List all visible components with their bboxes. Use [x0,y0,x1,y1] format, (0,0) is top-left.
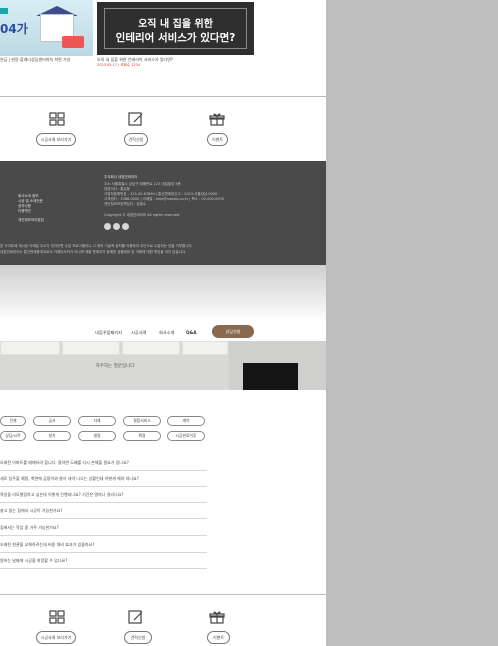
estimate-link-button[interactable]: 견적신청 [124,631,152,644]
site-footer: 회사소개 정보 시공 및 소재전문 공지사항 이용약관 개인정보처리방침 주식회… [0,161,326,265]
faq-question: 욕실을 리모델링하고 싶은데 어떻게 진행되나요? 기간은 얼마나 걸리나요? [0,492,124,497]
grid-icon[interactable] [48,111,66,127]
thumbnail-title-line2: 인테리어 서비스가 있다면? [115,32,236,44]
cabinet [0,341,60,355]
estimate-link-button[interactable]: 견적신청 [124,133,148,146]
filter-tag[interactable]: 상담/시작 [0,431,26,441]
footer-info-line: 개인정보보호책임자 : 김철수 [104,202,147,206]
hero-title: 자주하는 질문입니다 [95,364,135,369]
divider [0,96,326,97]
faq-item[interactable]: 살고 있는 집에서 시공이 가능한가요? [0,503,207,519]
blog-icon[interactable] [104,223,111,230]
nav-item-qna[interactable]: Q&A [186,330,196,335]
faq-question: 오래된 아파트를 매매하려 합니다. 잘하면 도배를 다시 손해볼 필요가 있나… [0,460,129,465]
edit-icon[interactable] [127,609,145,625]
footer-menu-item[interactable]: 개인정보처리방침 [18,218,44,223]
footer-notice-line2: 내집인테리어는 통신판매중개자로서 거래당사자가 아니며 개별 판매자가 등록한… [0,250,187,254]
footer-menu-item[interactable]: 이용약관 [18,209,31,214]
filter-tag[interactable]: 확정 [123,431,161,441]
page-gap [0,265,326,323]
faq-question: 오래된 현관을 교체하려는데 비용 대비 효과가 있을까요? [0,542,95,547]
gift-icon[interactable] [208,111,226,127]
nav-item-package[interactable]: 내집꾸밈패키지 [95,330,122,336]
cabinet [182,341,228,355]
edit-icon[interactable] [127,111,145,127]
filter-tag[interactable]: 시공완료이후 [167,431,205,441]
faq-question: 새로 입주할 예정, 벽면에 곰팡이와 물이 새어 나오는 상황인데 어떻게 해… [0,476,139,481]
faq-item[interactable]: 오래된 현관을 교체하려는데 비용 대비 효과가 있을까요? [0,537,207,553]
article-thumbnail-right[interactable]: 오직 내 집을 위한 인테리어 서비스가 있다면? [97,2,254,55]
portfolio-link-button[interactable]: 시공사례 보러가기 [36,133,76,146]
badge-icon [0,8,8,14]
event-link-button[interactable]: 이벤트 [207,133,228,146]
article-meta-right: 2023.05.17 | 조회수 1234 [97,63,141,67]
main-nav: 내집꾸밈패키지 시공사례 회사소개 Q&A [0,323,326,341]
faq-question: 살고 있는 집에서 시공이 가능한가요? [0,508,63,513]
filter-tag[interactable]: 계약 [167,416,205,426]
footer-company-title: 주식회사 내집인테리어 [104,175,138,179]
faq-item[interactable]: 욕실을 리모델링하고 싶은데 어떻게 진행되나요? 기간은 얼마나 걸리나요? [0,487,207,503]
nav-item-about[interactable]: 회사소개 [159,330,174,336]
grid-icon[interactable] [48,609,66,625]
article-thumbnail-left[interactable]: 04가 [0,0,93,56]
faq-item[interactable]: 새로 입주할 예정, 벽면에 곰팡이와 물이 새어 나오는 상황인데 어떻게 해… [0,471,207,487]
gift-icon[interactable] [208,609,226,625]
consult-button[interactable]: 상담신청 [212,325,254,338]
nav-item-portfolio[interactable]: 시공사례 [131,330,146,336]
instagram-icon[interactable] [113,223,120,230]
content-panel: 04가 오직 내 집을 위한 인테리어 서비스가 있다면? 연금 | 현장-플래… [0,0,326,646]
cabinet [62,341,120,355]
portfolio-link-button[interactable]: 시공사례 보러가기 [36,631,76,644]
faq-item[interactable]: 집에서는 작업 중 거주 가능한가요? [0,520,207,536]
event-link-button[interactable]: 이벤트 [207,631,230,644]
footer-notice-line1: 본 사이트에 게시된 이메일 주소가 전자우편 수집 프로그램이나 그 밖의 기… [0,244,193,248]
cabinet [122,341,180,355]
youtube-icon[interactable] [122,223,129,230]
hero-banner: 자주하는 질문입니다 [0,341,326,390]
thumbnail-title-line1: 오직 내 집을 위한 [138,19,213,30]
faq-item[interactable]: 원하는 날짜에 시공을 희망할 수 있나요? [0,553,207,569]
article-caption-left[interactable]: 연금 | 현장-플래너상담센터까지 착한 가성 [0,57,70,63]
filter-tag[interactable]: 설치 [33,431,71,441]
faq-question: 원하는 날짜에 시공을 희망할 수 있나요? [0,558,68,563]
footer-copyright: Copyright © 내집인테리어 All rights reserved. [104,213,181,217]
filter-tag[interactable]: 전체 [0,416,26,426]
filter-tag[interactable]: 공사 [33,416,71,426]
thumbnail-label: 04가 [0,22,28,36]
decor-block [62,36,84,48]
appliance-image [243,363,298,390]
filter-tag[interactable]: 결합서비스 [123,416,161,426]
divider [0,594,326,595]
faq-item[interactable]: 오래된 아파트를 매매하려 합니다. 잘하면 도배를 다시 손해볼 필요가 있나… [0,455,207,471]
page: 04가 오직 내 집을 위한 인테리어 서비스가 있다면? 연금 | 현장-플래… [0,0,498,646]
filter-tag[interactable]: 결정 [78,431,116,441]
filter-tag[interactable]: 자재 [78,416,116,426]
faq-question: 집에서는 작업 중 거주 가능한가요? [0,525,59,530]
